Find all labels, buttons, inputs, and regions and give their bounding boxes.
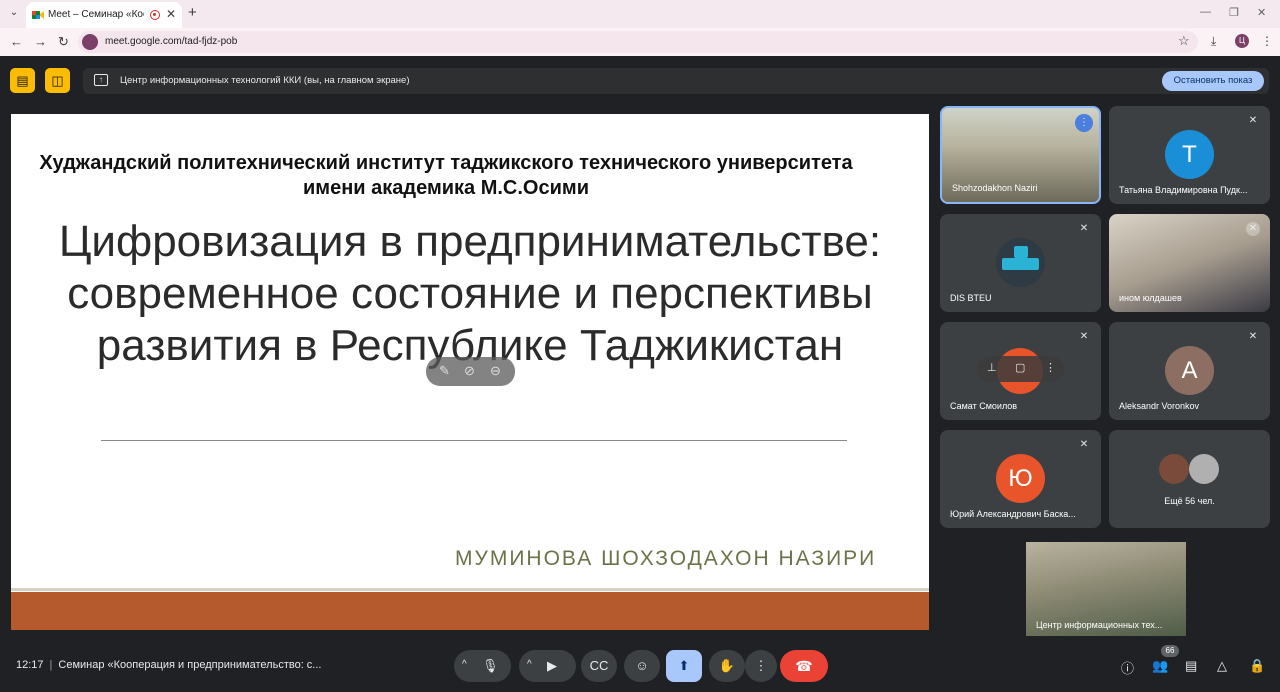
slide-title: Цифровизация в предпринимательстве: совр… <box>58 217 882 370</box>
participant-count-badge: 66 <box>1161 645 1179 657</box>
url-text: meet.google.com/tad-fjdz-pob <box>105 36 238 47</box>
meeting-details-icon[interactable]: ⓘ <box>1121 658 1134 677</box>
logo-avatar <box>996 238 1045 287</box>
browser-tab-bar: ⌄ Meet – Семинар «Коопера ✕ + — ❐ ✕ <box>0 0 1280 28</box>
chevron-up-icon[interactable]: ^ <box>462 659 467 670</box>
download-icon[interactable]: ⤓ <box>1211 34 1216 49</box>
presentation-banner: ↑ Центр информационных технологий ККИ (в… <box>83 68 1269 94</box>
microphone-icon[interactable]: 🎙 <box>482 658 499 674</box>
slide-footer-band <box>11 592 929 630</box>
participant-tile[interactable]: ✕ ином юлдашев <box>1109 214 1270 312</box>
present-now-icon[interactable]: ⬆ <box>666 650 702 682</box>
camera-icon[interactable]: ▶ <box>547 658 557 674</box>
participant-name: Татьяна Владимировна Пудк... <box>1119 185 1248 195</box>
mic-off-icon: ✕ <box>1079 439 1089 450</box>
avatar: Ю <box>996 454 1045 503</box>
bottom-control-bar: 12:17 | Семинар «Кооперация и предпринимат… <box>0 644 1280 692</box>
mini-avatar <box>1189 454 1219 484</box>
pin-icon[interactable]: ⊥ <box>987 361 997 374</box>
emoji-icon[interactable]: ☺ <box>624 650 660 682</box>
mini-avatar <box>1159 454 1189 484</box>
mic-off-icon: ✕ <box>1248 331 1258 342</box>
layout-icon[interactable]: ◫ <box>45 68 70 93</box>
tile-hover-controls: ⊥ ▢ ⋮ <box>977 356 1064 382</box>
window-close-icon[interactable]: ✕ <box>1257 6 1266 19</box>
participant-name: Самат Смоилов <box>950 401 1018 411</box>
meeting-title: Семинар «Кооперация и предпринимательств… <box>58 659 322 671</box>
site-info-icon[interactable] <box>82 34 98 50</box>
tab-search-chevron-icon[interactable]: ⌄ <box>6 5 22 21</box>
present-screen-icon: ↑ <box>94 74 108 86</box>
restore-icon[interactable]: ❐ <box>1229 6 1239 19</box>
mic-off-icon: ✕ <box>1246 222 1260 236</box>
chat-icon[interactable]: ▤ <box>1185 658 1197 674</box>
slide-divider <box>101 440 847 441</box>
microphone-control[interactable]: ^ 🎙 <box>454 650 511 682</box>
bookmark-star-icon[interactable]: ☆ <box>1178 33 1190 49</box>
reload-icon[interactable]: ↻ <box>58 34 69 50</box>
participant-tile[interactable]: ⋮ Shohzodakhon Naziri <box>940 106 1101 204</box>
tab-title: Meet – Семинар «Коопера <box>48 9 144 20</box>
url-field[interactable]: meet.google.com/tad-fjdz-pob <box>78 31 1198 53</box>
activities-icon[interactable]: ▤ <box>10 68 35 93</box>
participant-name: Юрий Александрович Баска... <box>950 509 1076 519</box>
stop-presenting-button[interactable]: Остановить показ <box>1162 71 1264 91</box>
participant-tile[interactable]: ✕ А Aleksandr Voronkov <box>1109 322 1270 420</box>
remove-icon[interactable]: ⊖ <box>490 363 501 379</box>
profile-avatar[interactable]: Ц <box>1235 34 1249 48</box>
participant-name: ином юлдашев <box>1119 293 1182 303</box>
camera-control[interactable]: ^ ▶ <box>519 650 576 682</box>
chevron-up-icon[interactable]: ^ <box>527 659 532 670</box>
more-options-icon[interactable]: ⋮ <box>745 650 777 682</box>
browser-tab[interactable]: Meet – Семинар «Коопера ✕ <box>26 2 182 28</box>
recording-icon <box>150 10 160 20</box>
pin-off-icon[interactable]: ✎ <box>439 363 450 379</box>
minimize-icon[interactable]: — <box>1200 6 1211 18</box>
raise-hand-icon[interactable]: ✋ <box>709 650 745 682</box>
self-view-name: Центр информационных тех... <box>1036 620 1163 630</box>
end-call-button[interactable]: ☎ <box>780 650 828 682</box>
presentation-hover-controls: ✎ ⊘ ⊖ <box>426 357 515 386</box>
more-options-icon[interactable]: ⋮ <box>1045 361 1056 374</box>
shared-slide: Худжандский политехнический институт тад… <box>11 114 929 630</box>
slide-institution: Худжандский политехнический институт тад… <box>39 152 853 199</box>
participant-name: Aleksandr Voronkov <box>1119 401 1200 411</box>
new-tab-plus-icon[interactable]: + <box>188 4 197 21</box>
more-participants-tile[interactable]: Ещё 56 чел. <box>1109 430 1270 528</box>
address-bar-row: ← → ↻ meet.google.com/tad-fjdz-pob ☆ ⤓ Ц… <box>0 28 1280 56</box>
speaking-indicator-icon: ⋮ <box>1075 114 1093 132</box>
host-controls-icon[interactable]: 🔒 <box>1249 658 1265 674</box>
frame-icon[interactable]: ▢ <box>1015 361 1025 374</box>
participant-tile[interactable]: ✕ Ю Юрий Александрович Баска... <box>940 430 1101 528</box>
mute-audio-icon[interactable]: ⊘ <box>464 363 475 379</box>
meeting-info: 12:17 | Семинар «Кооперация и предпринимат… <box>16 659 322 671</box>
participant-tile[interactable]: ✕ DIS BTEU <box>940 214 1101 312</box>
participant-tile[interactable]: ✕ ⊥ ▢ ⋮ Самат Смоилов <box>940 322 1101 420</box>
participant-tile[interactable]: ✕ Т Татьяна Владимировна Пудк... <box>1109 106 1270 204</box>
mic-off-icon: ✕ <box>1079 331 1089 342</box>
self-view-tile[interactable]: Центр информационных тех... <box>1026 542 1186 636</box>
tab-close-icon[interactable]: ✕ <box>166 7 176 21</box>
meeting-time: 12:17 <box>16 659 44 671</box>
mic-off-icon: ✕ <box>1248 115 1258 126</box>
back-arrow-icon[interactable]: ← <box>10 34 23 49</box>
meet-top-bar: ▤ ◫ ↑ Центр информационных технологий КК… <box>0 62 1280 102</box>
participant-name: Shohzodakhon Naziri <box>952 183 1038 193</box>
captions-icon[interactable]: CC <box>581 650 617 682</box>
browser-menu-icon[interactable]: ⋮ <box>1261 34 1273 48</box>
people-icon[interactable]: 👥 <box>1152 658 1168 674</box>
slide-band-line <box>11 588 929 591</box>
slide-author: МУМИНОВА ШОХЗОДАХОН НАЗИРИ <box>455 547 877 570</box>
presentation-banner-text: Центр информационных технологий ККИ (вы,… <box>120 75 410 86</box>
activities-shapes-icon[interactable]: △ <box>1217 658 1227 674</box>
avatar: А <box>1165 346 1214 395</box>
mic-off-icon: ✕ <box>1079 223 1089 234</box>
avatar: Т <box>1165 130 1214 179</box>
participant-name: DIS BTEU <box>950 293 992 303</box>
more-participants-label: Ещё 56 чел. <box>1164 496 1215 506</box>
meet-favicon-icon <box>32 11 44 19</box>
forward-arrow-icon[interactable]: → <box>34 34 47 49</box>
